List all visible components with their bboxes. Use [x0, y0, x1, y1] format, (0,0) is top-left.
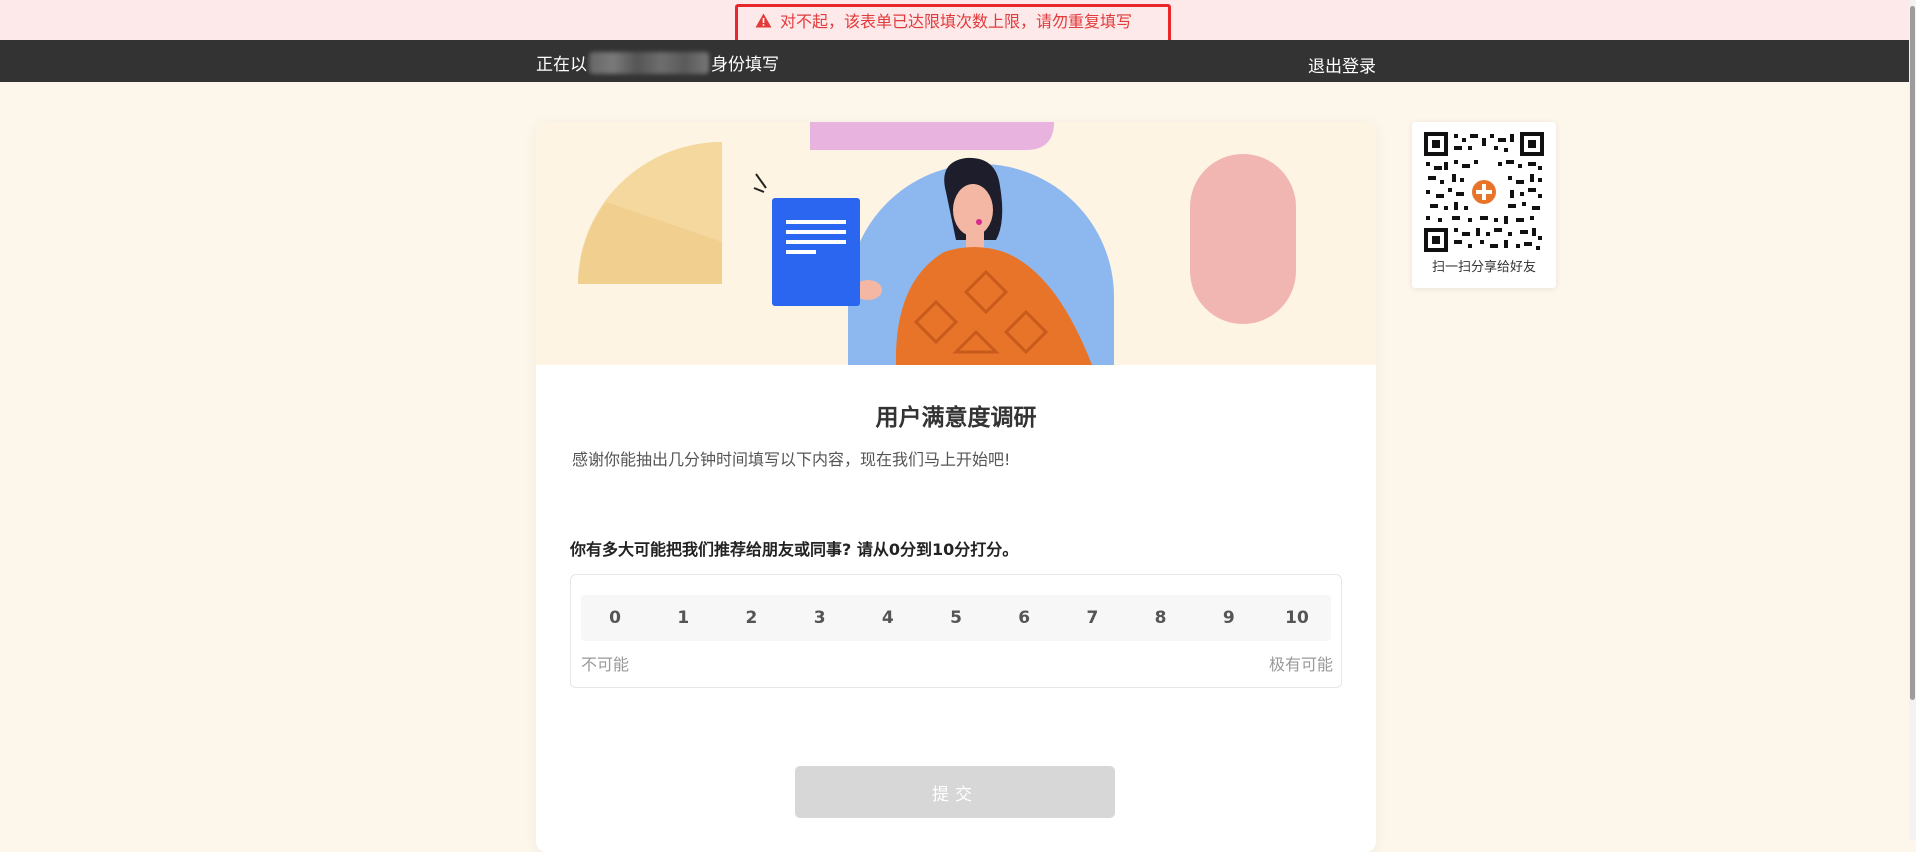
nps-question-label: 你有多大可能把我们推荐给朋友或同事? 请从0分到10分打分。	[570, 540, 1019, 559]
nps-score-option[interactable]: 2	[717, 595, 785, 641]
login-status: 正在以 身份填写	[536, 50, 779, 75]
nps-score-option[interactable]: 5	[922, 595, 990, 641]
nps-score-option[interactable]: 4	[854, 595, 922, 641]
nps-score-option[interactable]: 9	[1195, 595, 1263, 641]
nps-score-option[interactable]: 3	[786, 595, 854, 641]
form-description: 感谢你能抽出几分钟时间填写以下内容，现在我们马上开始吧!	[572, 450, 1011, 469]
nps-score-option[interactable]: 6	[990, 595, 1058, 641]
form-title: 用户满意度调研	[875, 405, 1037, 431]
share-qr-card: 扫一扫分享给好友	[1412, 122, 1556, 288]
nps-score-option[interactable]: 8	[1127, 595, 1195, 641]
login-status-suffix: 身份填写	[711, 55, 779, 75]
login-status-prefix: 正在以	[536, 55, 587, 75]
form-card: 用户满意度调研 感谢你能抽出几分钟时间填写以下内容，现在我们马上开始吧! 你有多…	[536, 122, 1376, 852]
top-navbar: 正在以 身份填写 退出登录	[0, 40, 1916, 82]
nps-rating-field: 0 1 2 3 4 5 6 7 8 9 10 不可能 极有可能	[570, 574, 1342, 688]
nps-score-scale: 0 1 2 3 4 5 6 7 8 9 10	[581, 595, 1331, 641]
nps-high-label: 极有可能	[1268, 655, 1333, 674]
warning-icon	[755, 13, 772, 28]
nps-score-option[interactable]: 10	[1263, 595, 1331, 641]
blurred-username	[589, 51, 709, 74]
error-alert-message: 对不起，该表单已达限填次数上限，请勿重复填写	[780, 12, 1133, 31]
nps-score-option[interactable]: 7	[1058, 595, 1126, 641]
form-banner-illustration	[536, 122, 1376, 365]
error-alert: 对不起，该表单已达限填次数上限，请勿重复填写	[755, 8, 1132, 32]
qr-code-icon[interactable]	[1424, 132, 1544, 252]
nps-score-option[interactable]: 0	[581, 595, 649, 641]
share-qr-caption: 扫一扫分享给好友	[1431, 260, 1536, 275]
nps-low-label: 不可能	[581, 655, 630, 674]
nps-score-option[interactable]: 1	[649, 595, 717, 641]
logout-link[interactable]: 退出登录	[1308, 52, 1376, 77]
submit-button[interactable]: 提交	[795, 766, 1115, 818]
page-scrollbar-thumb[interactable]	[1910, 6, 1915, 700]
